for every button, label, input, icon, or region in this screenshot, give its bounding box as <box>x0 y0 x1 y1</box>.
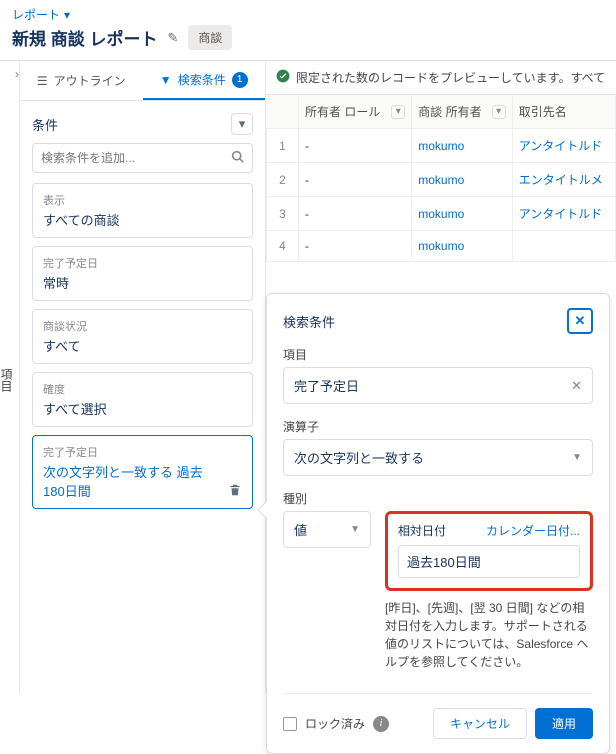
filter-label: 表示 <box>43 192 242 208</box>
outline-icon: ☰ <box>37 74 48 88</box>
operator-select[interactable]: 次の文字列と一致する ▼ <box>283 439 593 476</box>
preview-banner: 限定された数のレコードをプレビューしています。すべて <box>266 61 616 95</box>
filter-card-show[interactable]: 表示 すべての商談 <box>32 183 253 238</box>
fields-rail[interactable]: › 項目 <box>0 61 20 693</box>
type-value: 値 <box>294 520 307 539</box>
caret-down-icon: ▾ <box>64 8 70 22</box>
breadcrumb-label: レポート <box>12 6 60 23</box>
filter-label: 完了予定日 <box>43 255 242 271</box>
breadcrumb[interactable]: レポート ▾ <box>12 6 604 23</box>
filter-label: 完了予定日 <box>43 444 242 460</box>
tab-filters[interactable]: ▼ 検索条件 1 <box>143 61 266 100</box>
panel-heading: 条件 <box>32 115 58 134</box>
filter-label: 確度 <box>43 381 242 397</box>
table-row: 3 - mokumo アンタイトルド <box>267 197 616 231</box>
relative-date-card: 相対日付 カレンダー日付... 過去180日間 <box>385 511 593 591</box>
relative-date-hint: [昨日]、[先週]、[翌 30 日間] などの相対日付を入力します。サポートされ… <box>385 599 593 671</box>
filter-count-badge: 1 <box>232 72 248 88</box>
rail-expand-icon[interactable]: › <box>15 67 19 81</box>
popover-title: 検索条件 <box>283 312 335 331</box>
tab-outline[interactable]: ☰ アウトライン <box>20 61 143 100</box>
tab-outline-label: アウトライン <box>54 72 126 89</box>
rail-label: 項目 <box>0 368 13 392</box>
relative-date-input[interactable]: 過去180日間 <box>398 545 580 578</box>
info-icon[interactable]: i <box>373 716 389 732</box>
close-button[interactable]: ✕ <box>567 308 593 334</box>
banner-text: 限定された数のレコードをプレビューしています。すべて <box>296 69 605 86</box>
table-row: 1 - mokumo アンタイトルド <box>267 129 616 163</box>
filter-card-stage[interactable]: 商談状況 すべて <box>32 309 253 364</box>
page-title: 新規 商談 レポート <box>12 25 157 50</box>
type-label: 種別 <box>283 490 593 507</box>
table-row: 4 - mokumo <box>267 231 616 262</box>
close-icon: ✕ <box>575 313 586 329</box>
filter-value: すべての商談 <box>43 210 242 229</box>
report-type-chip: 商談 <box>188 25 232 50</box>
left-panel: ☰ アウトライン ▼ 検索条件 1 条件 ▾ <box>20 61 266 693</box>
chevron-down-icon[interactable]: ▾ <box>492 105 506 119</box>
calendar-date-link[interactable]: カレンダー日付... <box>486 522 580 539</box>
table-row: 2 - mokumo エンタイトルメ <box>267 163 616 197</box>
tab-filters-label: 検索条件 <box>178 71 226 88</box>
chevron-down-icon[interactable]: ▾ <box>391 105 405 119</box>
search-icon <box>231 150 244 166</box>
caret-down-icon: ▾ <box>239 116 246 132</box>
filter-icon: ▼ <box>160 73 172 87</box>
field-input[interactable]: 完了予定日 ✕ <box>283 367 593 404</box>
filter-card-active[interactable]: 完了予定日 次の文字列と一致する 過去180日間 <box>32 435 253 509</box>
clear-field-icon[interactable]: ✕ <box>571 378 582 394</box>
panel-menu-button[interactable]: ▾ <box>231 113 253 135</box>
checkbox-icon[interactable] <box>283 717 297 731</box>
edit-title-icon[interactable]: ✎ <box>167 30 178 46</box>
type-select[interactable]: 値 ▼ <box>283 511 371 548</box>
caret-down-icon: ▼ <box>350 524 360 535</box>
field-label: 項目 <box>283 346 593 363</box>
delete-filter-icon[interactable] <box>228 483 242 500</box>
operator-value: 次の文字列と一致する <box>294 448 424 467</box>
col-opp-owner[interactable]: 商談 所有者▾ <box>412 95 512 129</box>
filter-value: 次の文字列と一致する 過去180日間 <box>43 462 213 500</box>
preview-panel: 限定された数のレコードをプレビューしています。すべて 所有者 ロール▾ 商談 所… <box>266 61 616 693</box>
lock-label: ロック済み <box>305 715 365 732</box>
cancel-button[interactable]: キャンセル <box>433 708 527 739</box>
operator-label: 演算子 <box>283 418 593 435</box>
panel-tabs: ☰ アウトライン ▼ 検索条件 1 <box>20 61 265 101</box>
caret-down-icon: ▼ <box>572 452 582 463</box>
filter-card-probability[interactable]: 確度 すべて選択 <box>32 372 253 427</box>
filter-value: すべて選択 <box>43 399 242 418</box>
add-filter-input[interactable] <box>41 151 231 165</box>
col-owner-role[interactable]: 所有者 ロール▾ <box>299 95 412 129</box>
add-filter-search[interactable] <box>32 143 253 173</box>
preview-table: 所有者 ロール▾ 商談 所有者▾ 取引先名 1 - mokumo アンタイトルド… <box>266 95 616 262</box>
filter-editor-popover: 検索条件 ✕ 項目 完了予定日 ✕ 演算子 次の文字列と一致する ▼ 種別 値 … <box>266 293 610 754</box>
filter-value: 常時 <box>43 273 242 292</box>
lock-filter-checkbox[interactable]: ロック済み i <box>283 715 389 732</box>
apply-button[interactable]: 適用 <box>535 708 593 739</box>
success-check-icon <box>276 69 290 86</box>
filters-panel: 条件 ▾ 表示 すべての商談 完了予定日 常時 商談状況 <box>20 101 265 693</box>
filter-card-closedate[interactable]: 完了予定日 常時 <box>32 246 253 301</box>
relative-date-value: 過去180日間 <box>407 555 481 570</box>
relative-date-label: 相対日付 <box>398 522 446 539</box>
filter-label: 商談状況 <box>43 318 242 334</box>
filter-value: すべて <box>43 336 242 355</box>
col-account[interactable]: 取引先名 <box>512 95 615 129</box>
report-header: レポート ▾ 新規 商談 レポート ✎ 商談 <box>0 0 616 61</box>
field-value: 完了予定日 <box>294 376 359 395</box>
